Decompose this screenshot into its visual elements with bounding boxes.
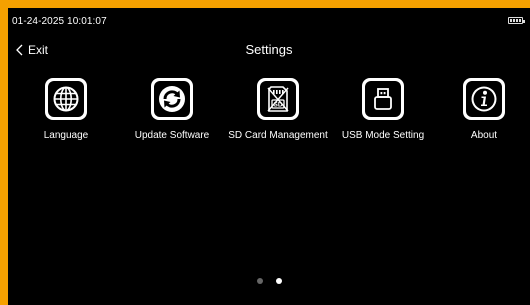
- menu-item-label: SD Card Management: [228, 130, 328, 141]
- menu-item-update-software[interactable]: Update Software: [122, 78, 222, 142]
- page-dot-1[interactable]: [256, 278, 263, 284]
- sd-card-icon: SD: [257, 78, 299, 120]
- battery-full-icon: [508, 17, 525, 24]
- usb-icon: [362, 78, 404, 120]
- page-title: Settings: [245, 42, 293, 57]
- menu-item-usb-mode-setting[interactable]: USB Mode Setting: [333, 78, 433, 142]
- page-dot-2[interactable]: [275, 278, 282, 284]
- globe-icon: [45, 78, 87, 120]
- menu-item-label: About: [470, 130, 498, 141]
- menu-item-about[interactable]: About: [434, 78, 530, 142]
- page-indicator: [8, 278, 530, 284]
- settings-screen: 01-24-2025 10:01:07 Exit Settings Langua…: [8, 8, 530, 305]
- menu-item-label: Update Software: [134, 130, 210, 141]
- menu-item-label: USB Mode Setting: [341, 130, 425, 141]
- status-datetime: 01-24-2025 10:01:07: [12, 16, 107, 27]
- menu-item-sd-card-management[interactable]: SD SD Card Management: [228, 78, 328, 142]
- refresh-icon: [151, 78, 193, 120]
- info-icon: [463, 78, 505, 120]
- menu-item-language[interactable]: Language: [16, 78, 116, 142]
- menu-item-label: Language: [43, 130, 89, 141]
